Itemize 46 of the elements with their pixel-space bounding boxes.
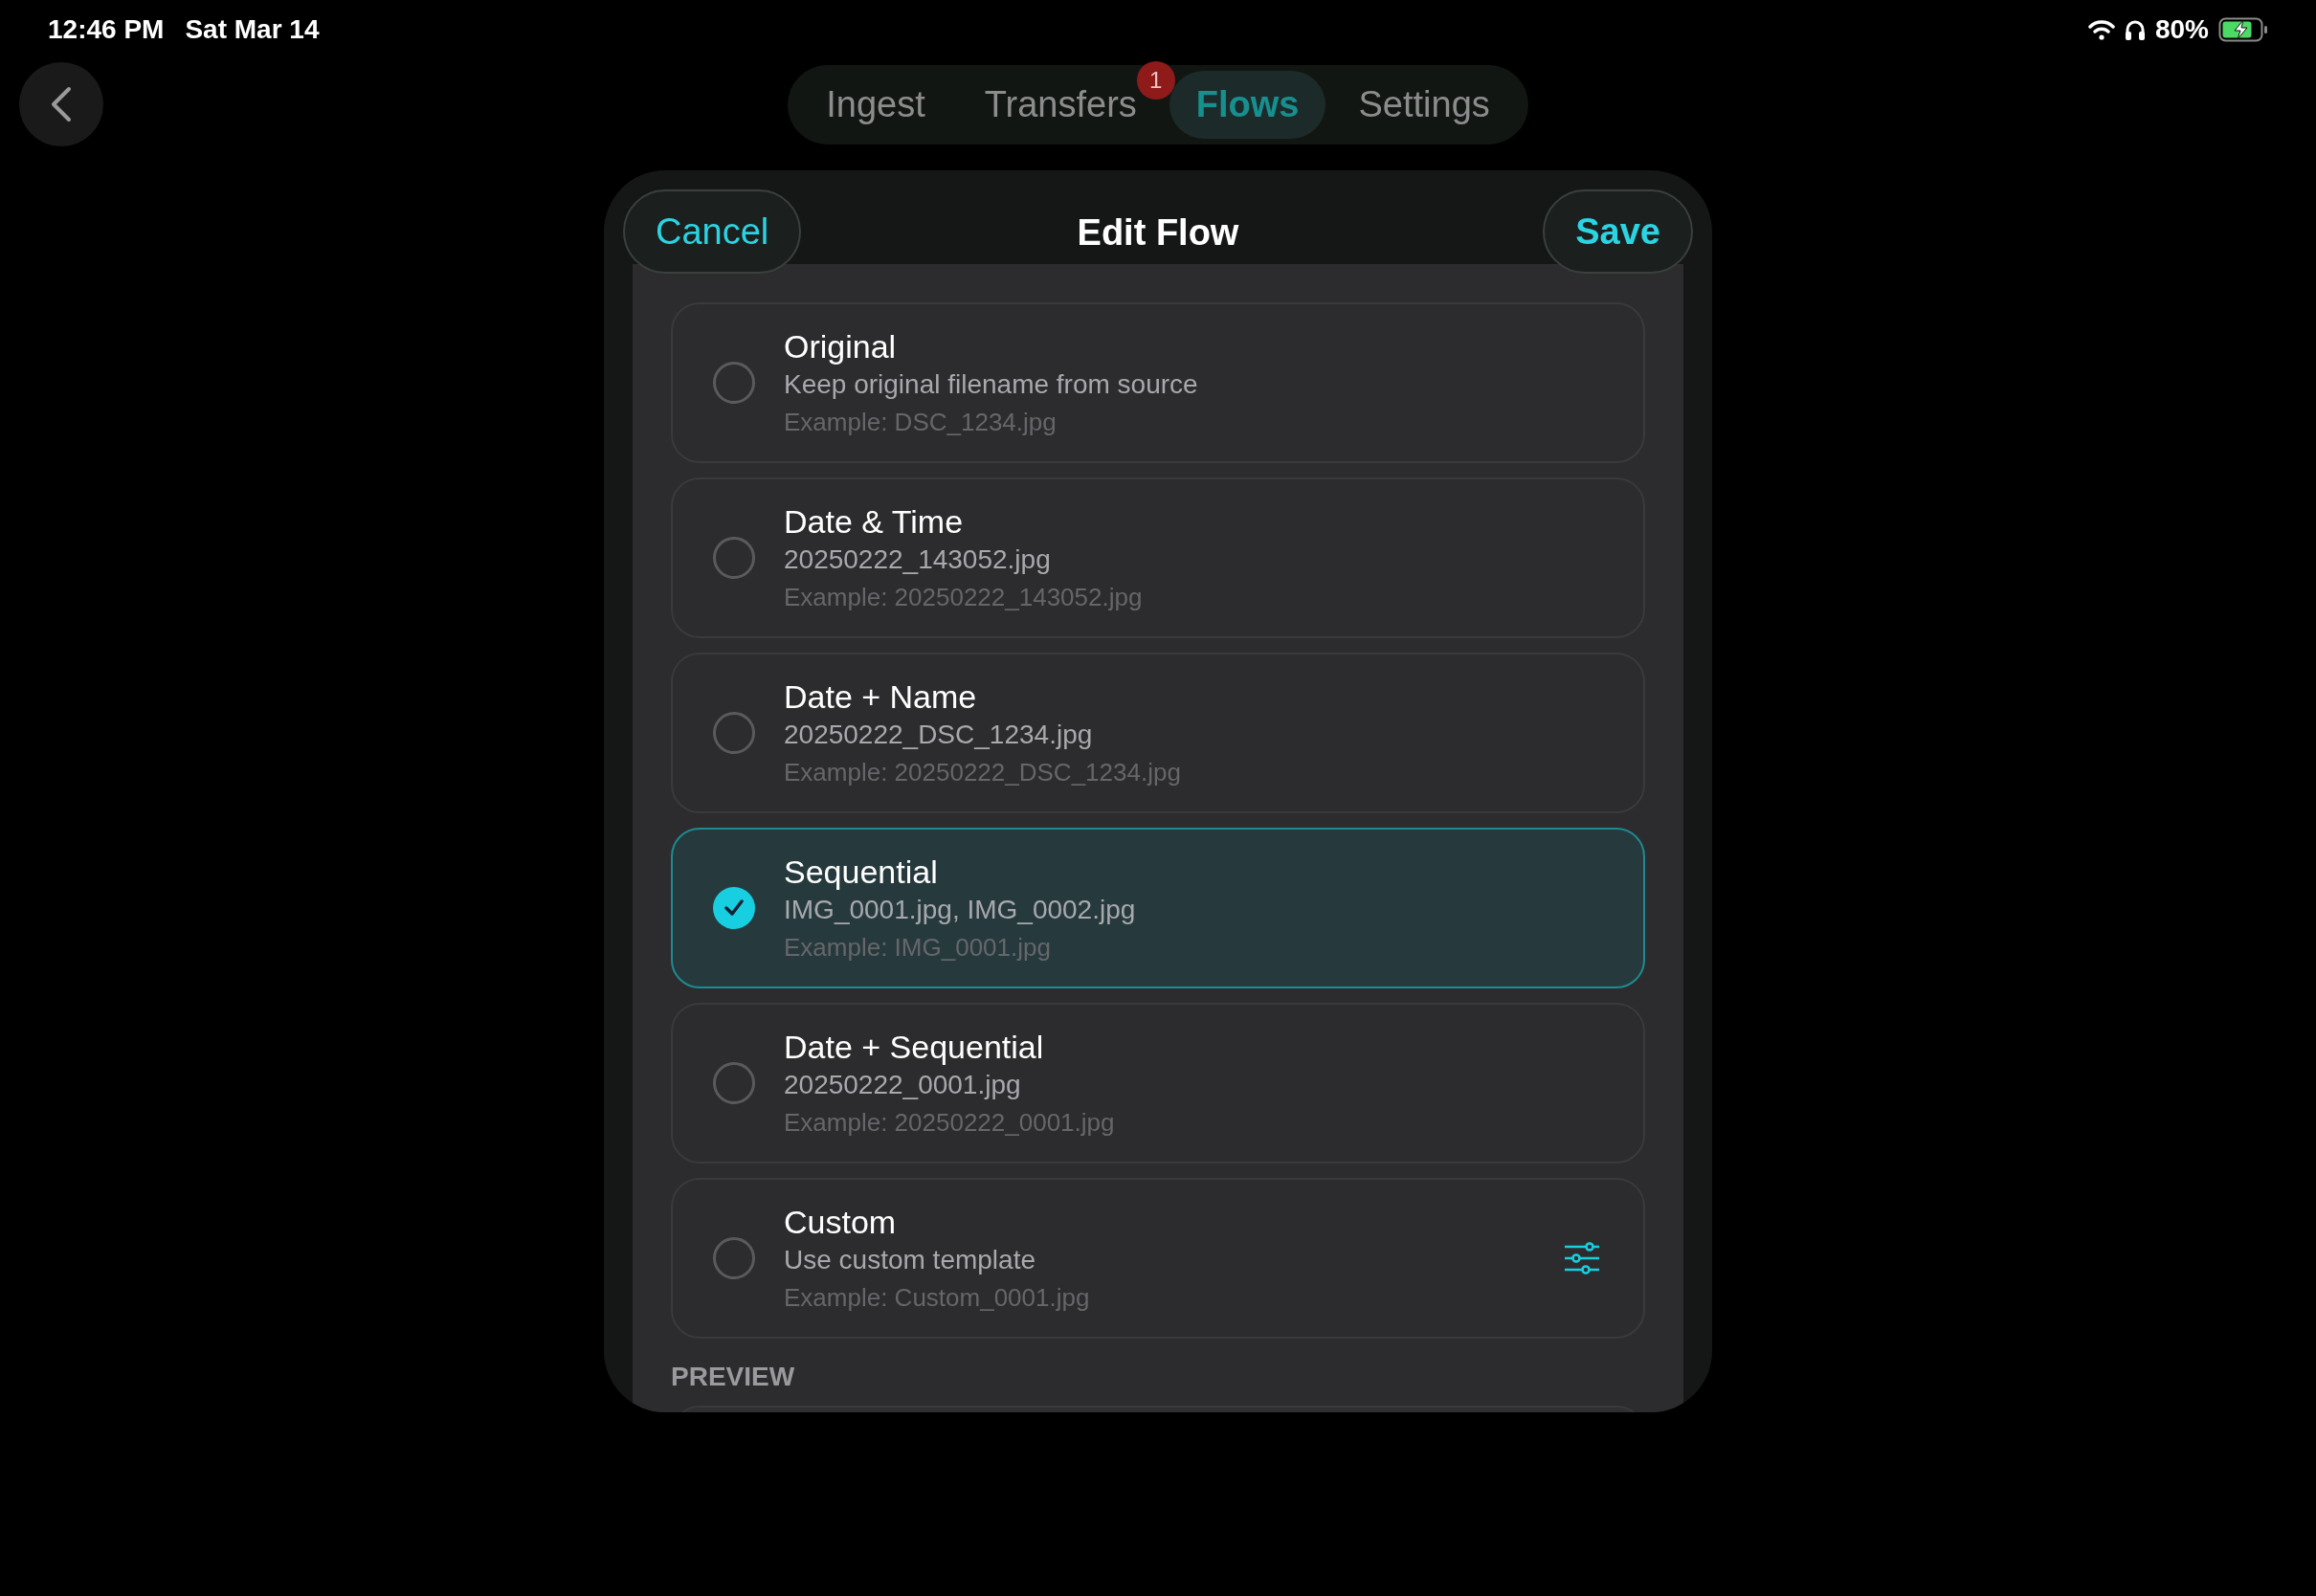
option-description: Use custom template <box>784 1245 1036 1275</box>
option-description: 20250222_143052.jpg <box>784 544 1052 575</box>
option-card[interactable]: Date + Sequential 20250222_0001.jpg Example: 20250222_0001.jpg <box>671 1003 1645 1164</box>
section-heading: PREVIEW <box>671 1362 796 1392</box>
option-card[interactable]: Original Keep original filename from source Example: DSC_1234.jpg <box>671 302 1645 463</box>
sliders-icon[interactable] <box>1563 1242 1601 1275</box>
tab[interactable]: Flows <box>1169 70 1326 139</box>
option-card[interactable]: Date + Name 20250222_DSC_1234.jpg Example: 20250222_DSC_1234.jpg <box>671 653 1645 813</box>
radio-button[interactable] <box>713 1062 755 1104</box>
radio-button[interactable] <box>713 362 755 404</box>
radio-button[interactable] <box>713 1237 755 1279</box>
status-time: 12:46 PM <box>48 14 165 45</box>
status-date: Sat Mar 14 <box>185 14 320 45</box>
option-example: Example: 20250222_0001.jpg <box>784 1108 1116 1138</box>
wifi-icon <box>2087 19 2115 40</box>
battery-percentage: 80% <box>2154 14 2209 45</box>
option-description: 20250222_DSC_1234.jpg <box>784 720 1094 750</box>
option-title: Date + Sequential <box>784 1029 1045 1066</box>
option-card[interactable]: Sequential IMG_0001.jpg, IMG_0002.jpg Example: IMG_0001.jpg <box>671 828 1645 988</box>
save-button[interactable]: Save <box>1543 189 1693 274</box>
option-example: Example: Custom_0001.jpg <box>784 1283 1091 1313</box>
option-card[interactable]: Custom Use custom template Example: Custom_0001.jpg <box>671 1178 1645 1339</box>
option-title: Date & Time <box>784 503 965 541</box>
cancel-button[interactable]: Cancel <box>623 189 802 274</box>
tab[interactable]: Ingest <box>799 70 952 139</box>
sheet-title: Edit Flow <box>1077 212 1239 254</box>
tab[interactable]: Settings <box>1331 70 1517 139</box>
option-description: Keep original filename from source <box>784 369 1199 400</box>
option-title: Sequential <box>784 853 939 891</box>
option-description: 20250222_0001.jpg <box>784 1070 1022 1100</box>
headphones-icon <box>2124 18 2146 41</box>
option-example: Example: DSC_1234.jpg <box>784 408 1058 437</box>
radio-button[interactable] <box>713 537 755 579</box>
battery-charging-icon <box>2218 17 2268 42</box>
option-description: IMG_0001.jpg, IMG_0002.jpg <box>784 895 1137 925</box>
option-example: Example: 20250222_143052.jpg <box>784 583 1144 612</box>
notification-badge: 1 <box>1136 60 1175 100</box>
option-card[interactable]: Date & Time 20250222_143052.jpg Example: 20250222_143052.jpg <box>671 477 1645 638</box>
option-example: Example: 20250222_DSC_1234.jpg <box>784 758 1182 787</box>
option-title: Date + Name <box>784 678 978 716</box>
radio-button[interactable] <box>713 712 755 754</box>
option-title: Custom <box>784 1204 898 1241</box>
radio-checked-icon[interactable] <box>713 887 755 929</box>
back-icon <box>50 85 73 123</box>
option-title: Original <box>784 328 898 366</box>
option-example: Example: IMG_0001.jpg <box>784 933 1052 963</box>
